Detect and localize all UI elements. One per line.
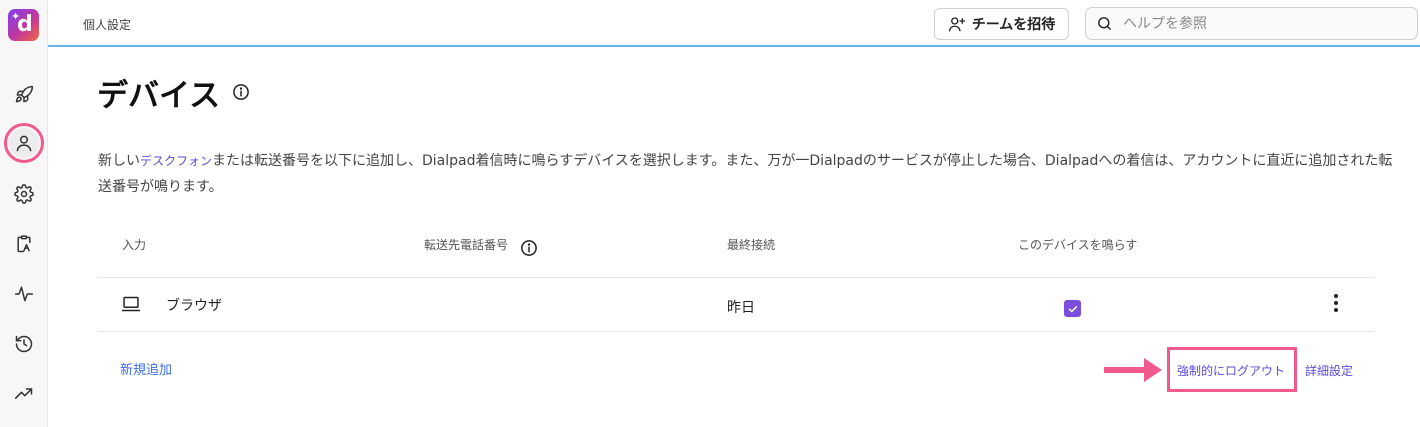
column-header-input: 入力	[122, 238, 147, 252]
page-description: 新しいデスクフォンまたは転送番号を以下に追加し、Dialpad着信時に鳴らすデバ…	[98, 148, 1398, 200]
device-name: ブラウザ	[166, 298, 222, 314]
info-icon[interactable]	[232, 83, 250, 101]
dialpad-logo[interactable]: ✦ d	[8, 9, 39, 41]
logo-letter: d	[17, 12, 33, 37]
column-header-last-connected: 最終接続	[727, 238, 776, 252]
description-prefix: 新しい	[98, 153, 140, 169]
info-icon[interactable]	[520, 239, 538, 257]
dot	[1334, 294, 1338, 298]
gear-icon[interactable]	[9, 179, 39, 209]
rocket-icon[interactable]	[9, 80, 39, 110]
help-search-input[interactable]	[1123, 15, 1403, 32]
search-icon	[1098, 17, 1111, 30]
column-header-ring-device: このデバイスを鳴らす	[1018, 238, 1138, 252]
table-divider	[98, 331, 1374, 332]
invite-team-label: チームを招待	[971, 17, 1056, 33]
trend-icon[interactable]	[9, 379, 39, 409]
page-title: デバイス	[97, 78, 221, 114]
breadcrumb: 個人設定	[83, 18, 132, 32]
force-logout-link[interactable]: 強制的にログアウト	[1177, 362, 1285, 379]
dot	[1334, 301, 1338, 305]
add-user-icon	[948, 17, 965, 32]
help-search	[1085, 7, 1418, 40]
ring-device-checkbox[interactable]	[1064, 300, 1081, 317]
history-icon[interactable]	[9, 329, 39, 359]
clipboard-icon[interactable]	[9, 229, 39, 259]
column-header-forward-number: 転送先電話番号	[424, 238, 509, 252]
laptop-icon	[122, 296, 140, 312]
desk-phone-link[interactable]: デスクフォン	[140, 154, 212, 168]
table-divider	[98, 277, 1374, 278]
dot	[1334, 308, 1338, 312]
check-icon	[1068, 305, 1077, 312]
description-text: または転送番号を以下に追加し、Dialpad着信時に鳴らすデバイスを選択します。…	[98, 153, 1393, 195]
advanced-settings-link[interactable]: 詳細設定	[1305, 362, 1353, 379]
arrow-icon	[1104, 358, 1162, 382]
add-new-link[interactable]: 新規追加	[120, 359, 172, 378]
left-rail: ✦ d	[0, 0, 48, 427]
person-icon[interactable]	[9, 128, 39, 158]
activity-icon[interactable]	[9, 279, 39, 309]
last-connected: 昨日	[727, 300, 755, 316]
top-bar: 個人設定 チームを招待	[48, 0, 1420, 47]
more-options-button[interactable]	[1327, 292, 1345, 314]
invite-team-button[interactable]: チームを招待	[934, 8, 1069, 40]
